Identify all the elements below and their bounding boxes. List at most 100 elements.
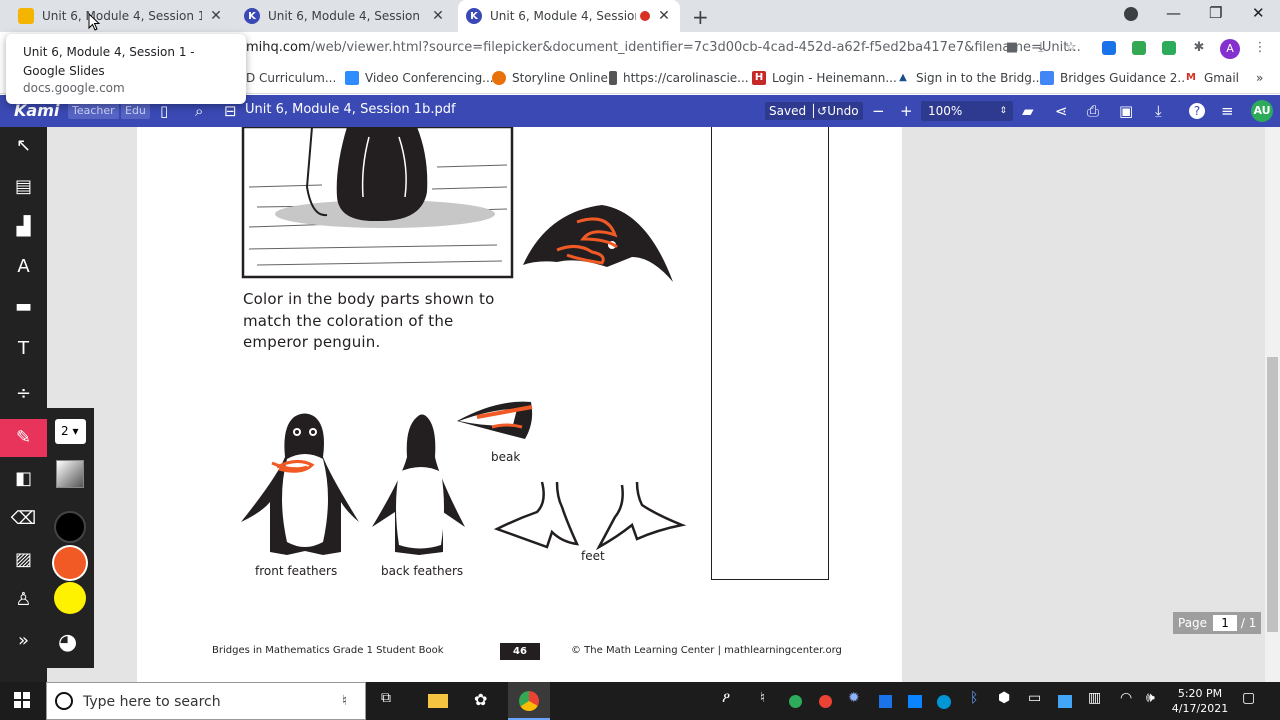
close-icon[interactable]: ✕	[208, 8, 224, 24]
tray-hp-icon[interactable]	[937, 695, 951, 709]
install-icon[interactable]: ⤓	[1034, 41, 1048, 55]
tray-s-icon[interactable]	[879, 695, 892, 708]
beak-caption: beak	[491, 450, 521, 464]
saved-status: Saved │↺Undo	[765, 102, 863, 120]
scrollbar-thumb[interactable]	[1267, 357, 1278, 632]
dictionary-tool-icon[interactable]: ▤	[0, 168, 47, 206]
page-input[interactable]: 1	[1213, 615, 1238, 631]
right-foot	[595, 481, 687, 551]
tab-session-1a[interactable]: K Unit 6, Module 4, Session 1a.pdf ✕	[236, 0, 454, 32]
hamburger-menu-icon[interactable]: ≡	[1221, 102, 1234, 120]
bookmarks-overflow-icon[interactable]: »	[1256, 71, 1263, 85]
color-swatch-yellow[interactable]	[54, 582, 86, 614]
tray-settings-icon[interactable]: ✹	[848, 690, 860, 706]
text-highlight-tool-icon[interactable]: A	[0, 248, 47, 286]
undo-button[interactable]: ↺Undo	[817, 104, 858, 118]
tray-green-icon[interactable]	[789, 695, 802, 708]
people-icon[interactable]: ዖ	[722, 690, 730, 706]
bookmark-heinemann[interactable]: H Login - Heinemann...	[752, 71, 897, 85]
zoom-out-button[interactable]: −	[872, 102, 885, 120]
tray-battery-icon[interactable]: ▭	[1028, 690, 1041, 706]
highlight-tool-icon[interactable]: ▟	[0, 208, 47, 246]
tray-mic-icon[interactable]: ♮	[760, 690, 765, 706]
gmail-icon: M	[1184, 71, 1198, 85]
extension-classroom-icon[interactable]	[1132, 41, 1146, 55]
color-swatch-orange[interactable]	[54, 547, 86, 579]
tray-usb-icon[interactable]: ▥	[1088, 690, 1101, 706]
wifi-icon[interactable]: ◠	[1120, 690, 1132, 706]
print-icon[interactable]: ⎙	[1087, 102, 1099, 120]
profile-avatar[interactable]: A	[1220, 39, 1240, 59]
bookmark-carolina[interactable]: https://carolinascie...	[609, 71, 749, 85]
tab-session-1b[interactable]: K Unit 6, Module 4, Session 1b ✕	[458, 0, 680, 32]
close-icon[interactable]: ✕	[430, 8, 446, 24]
menu-kebab-icon[interactable]: ⋮	[1253, 41, 1267, 55]
zoom-select[interactable]: 100% ⇕	[921, 101, 1013, 121]
tray-teams-icon[interactable]	[908, 695, 922, 708]
taskbar-clock[interactable]: 5:20 PM 4/17/2021	[1168, 686, 1232, 716]
notifications-icon[interactable]: ▢	[1242, 690, 1255, 706]
opacity-slider[interactable]	[56, 460, 84, 488]
extension-check-icon[interactable]	[1162, 41, 1176, 55]
tab-hover-tooltip: Unit 6, Module 4, Session 1 - Google Sli…	[6, 34, 246, 104]
extensions-puzzle-icon[interactable]: ✱	[1192, 41, 1206, 55]
bookmark-bridges-guidance[interactable]: Bridges Guidance 2...	[1040, 71, 1189, 85]
text-tool-icon[interactable]: T	[0, 330, 47, 368]
select-tool-icon[interactable]: ↖	[0, 127, 47, 165]
pen-tool-icon[interactable]: ✎	[0, 419, 47, 457]
zoom-in-button[interactable]: +	[900, 102, 913, 120]
carolina-icon	[609, 71, 617, 85]
extension-cloud-icon[interactable]	[1102, 41, 1116, 55]
share-icon[interactable]: ⋖	[1055, 102, 1068, 120]
save-icon[interactable]: ▣	[1119, 102, 1133, 120]
pen-size-select[interactable]: 2 ▾	[55, 419, 86, 444]
bookmark-video-conferencing[interactable]: Video Conferencing...	[345, 71, 494, 85]
bookmark-star-icon[interactable]: ☆	[1064, 41, 1078, 55]
bookmark-gmail[interactable]: M Gmail	[1184, 71, 1239, 85]
expand-toolbar-icon[interactable]: »	[0, 622, 47, 660]
user-avatar[interactable]: AU	[1251, 100, 1273, 122]
search-icon[interactable]: ⌕	[195, 102, 203, 120]
bluetooth-icon[interactable]: ᛒ	[970, 690, 978, 706]
image-tool-icon[interactable]: ▨	[0, 541, 47, 579]
window-close-icon[interactable]: ✕	[1252, 4, 1265, 22]
url-host: mihq.com	[246, 40, 311, 55]
open-folder-icon[interactable]: ▰	[1022, 102, 1034, 120]
shapes-tool-icon[interactable]: ◧	[0, 460, 47, 498]
tab-google-slides[interactable]: Unit 6, Module 4, Session 1 - Goo ✕	[10, 0, 232, 32]
bookmark-storyline[interactable]: Storyline Online	[492, 71, 608, 85]
volume-icon[interactable]: 🕪	[1146, 690, 1155, 706]
color-swatch-black[interactable]	[54, 511, 86, 543]
new-tab-button[interactable]: +	[692, 5, 709, 29]
comment-tool-icon[interactable]: ▬	[0, 288, 47, 326]
page-indicator: Page 1 / 1	[1173, 612, 1261, 634]
maximize-icon[interactable]: ❐	[1209, 4, 1222, 22]
url-path: /web/viewer.html?source=filepicker&docum…	[310, 40, 1081, 55]
palette-icon[interactable]: ◕	[58, 630, 77, 655]
address-bar[interactable]: mihq.com/web/viewer.html?source=filepick…	[246, 40, 1081, 55]
app-icon[interactable]: ✿	[474, 690, 487, 709]
download-icon[interactable]: ⤓	[1155, 102, 1162, 120]
tab-search-icon[interactable]	[1124, 7, 1138, 21]
bookmark-curriculum[interactable]: D Curriculum...	[246, 71, 336, 85]
signature-tool-icon[interactable]: ♙	[0, 581, 47, 619]
sidebar-toggle-icon[interactable]: ▯	[160, 102, 168, 120]
eraser-tool-icon[interactable]: ⌫	[0, 500, 47, 538]
minimize-icon[interactable]: —	[1166, 4, 1181, 22]
equation-tool-icon[interactable]: ÷	[0, 375, 47, 413]
help-icon[interactable]: ?	[1189, 103, 1205, 119]
tray-display-icon[interactable]	[1058, 695, 1072, 708]
tab-title: Unit 6, Module 4, Session 1b	[490, 9, 636, 23]
recording-icon	[640, 11, 650, 21]
windows-start-icon[interactable]	[14, 692, 30, 708]
file-explorer-icon[interactable]	[428, 694, 448, 708]
close-icon[interactable]: ✕	[656, 8, 672, 24]
tray-shield-icon[interactable]: ⬢	[998, 690, 1010, 706]
bookmark-bridges-signin[interactable]: ▲ Sign in to the Bridg...	[896, 71, 1043, 85]
taskbar-search[interactable]: Type here to search ♮	[46, 682, 366, 720]
task-view-icon[interactable]: ⧉	[381, 690, 391, 706]
tray-chrome-icon[interactable]	[819, 695, 832, 708]
microphone-icon[interactable]: ♮	[342, 693, 347, 709]
camera-icon[interactable]: ■	[1005, 41, 1019, 55]
chrome-taskbar-button[interactable]	[508, 682, 550, 720]
